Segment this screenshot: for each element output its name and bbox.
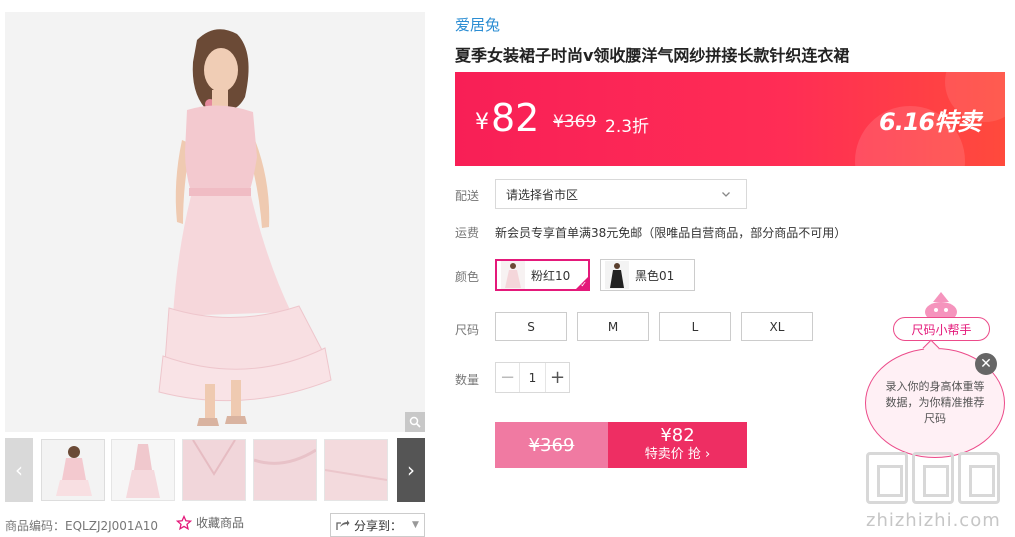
- size-label: 尺码: [455, 323, 480, 337]
- favorite-button[interactable]: 收藏商品: [176, 514, 244, 531]
- color-option-pink[interactable]: 粉红10 ✓: [495, 259, 590, 291]
- buy-sale-price: ¥82: [660, 425, 695, 446]
- product-code: 商品编码：EQLZJ2J001A10: [5, 517, 158, 534]
- check-icon: ✓: [580, 280, 587, 289]
- product-code-value: EQLZJ2J001A10: [65, 519, 159, 533]
- chevron-right-icon: ›: [407, 458, 415, 482]
- color-swatch-pink: [501, 261, 525, 289]
- watermark-glyph: [958, 452, 1000, 504]
- size-option-s[interactable]: S: [495, 312, 567, 341]
- quantity-stepper: − 1 +: [495, 362, 570, 393]
- delivery-region-select[interactable]: 请选择省市区: [495, 179, 747, 209]
- chevron-down-icon: [722, 192, 730, 197]
- quantity-decrease-button[interactable]: −: [496, 363, 520, 392]
- watermark-glyph: [866, 452, 908, 504]
- buy-now-label: 特卖价 抢 ›: [644, 447, 711, 462]
- quantity-input[interactable]: 1: [520, 363, 545, 392]
- thumbnail-2[interactable]: [111, 439, 175, 501]
- size-helper-text: 录入你的身高体重等数据，为你精准推荐尺码: [885, 380, 985, 425]
- share-label: 分享到：: [354, 518, 403, 533]
- product-code-label: 商品编码：: [5, 519, 66, 533]
- buy-now-button[interactable]: ¥82 特卖价 抢 ›: [608, 422, 747, 468]
- discount-rate: 2.3折: [605, 117, 650, 137]
- close-icon[interactable]: ✕: [975, 353, 997, 375]
- zoom-icon[interactable]: [405, 412, 425, 432]
- buy-button-group: ¥369 ¥82 特卖价 抢 ›: [495, 422, 747, 468]
- currency-symbol: ¥: [475, 110, 489, 135]
- size-option-xl[interactable]: XL: [741, 312, 813, 341]
- size-helper-button[interactable]: 尺码小帮手: [893, 317, 990, 341]
- star-icon: [176, 514, 192, 530]
- share-icon: [336, 520, 350, 530]
- color-swatch-black: [605, 261, 629, 289]
- quantity-increase-button[interactable]: +: [545, 363, 569, 392]
- favorite-label: 收藏商品: [196, 516, 245, 530]
- size-option-m[interactable]: M: [577, 312, 649, 341]
- share-button[interactable]: 分享到： ▼: [330, 513, 425, 537]
- shipping-label: 运费: [455, 226, 480, 240]
- thumbnail-1[interactable]: [41, 439, 105, 501]
- quantity-label: 数量: [455, 373, 480, 387]
- delivery-label: 配送: [455, 189, 480, 203]
- thumbnail-prev-button[interactable]: ‹: [5, 438, 33, 502]
- delivery-region-value: 请选择省市区: [506, 187, 579, 202]
- chevron-left-icon: ‹: [15, 458, 23, 482]
- color-option-label: 黑色01: [635, 268, 675, 283]
- dress-model-illustration: [5, 12, 425, 432]
- size-option-l[interactable]: L: [659, 312, 731, 341]
- color-option-label: 粉红10: [531, 268, 571, 283]
- watermark-glyph: [912, 452, 954, 504]
- thumbnail-5[interactable]: [324, 439, 388, 501]
- thumbnail-strip: ‹ ›: [5, 438, 425, 502]
- watermark-logo: [866, 452, 1000, 504]
- color-option-black[interactable]: 黑色01: [600, 259, 695, 291]
- promo-tag: 6.16特卖: [879, 108, 981, 136]
- product-title: 夏季女装裙子时尚v领收腰洋气网纱拼接长款针织连衣裙: [455, 46, 850, 65]
- price-banner: ¥ 82 ¥369 2.3折 6.16特卖: [455, 72, 1005, 166]
- color-label: 颜色: [455, 270, 480, 284]
- product-main-image[interactable]: [5, 12, 425, 432]
- caret-down-icon: ▼: [412, 520, 419, 530]
- original-price: ¥369: [553, 112, 597, 132]
- current-price: 82: [491, 96, 540, 140]
- buy-original-price: ¥369: [495, 422, 608, 468]
- brand-link[interactable]: 爱居兔: [455, 14, 500, 35]
- thumbnail-3[interactable]: [182, 439, 246, 501]
- thumbnail-next-button[interactable]: ›: [397, 438, 425, 502]
- thumbnail-4[interactable]: [253, 439, 317, 501]
- shipping-info: 新会员专享首单满38元免邮（限唯品自营商品，部分商品不可用）: [495, 226, 847, 240]
- watermark-text: zhizhizhi.com: [866, 510, 1001, 531]
